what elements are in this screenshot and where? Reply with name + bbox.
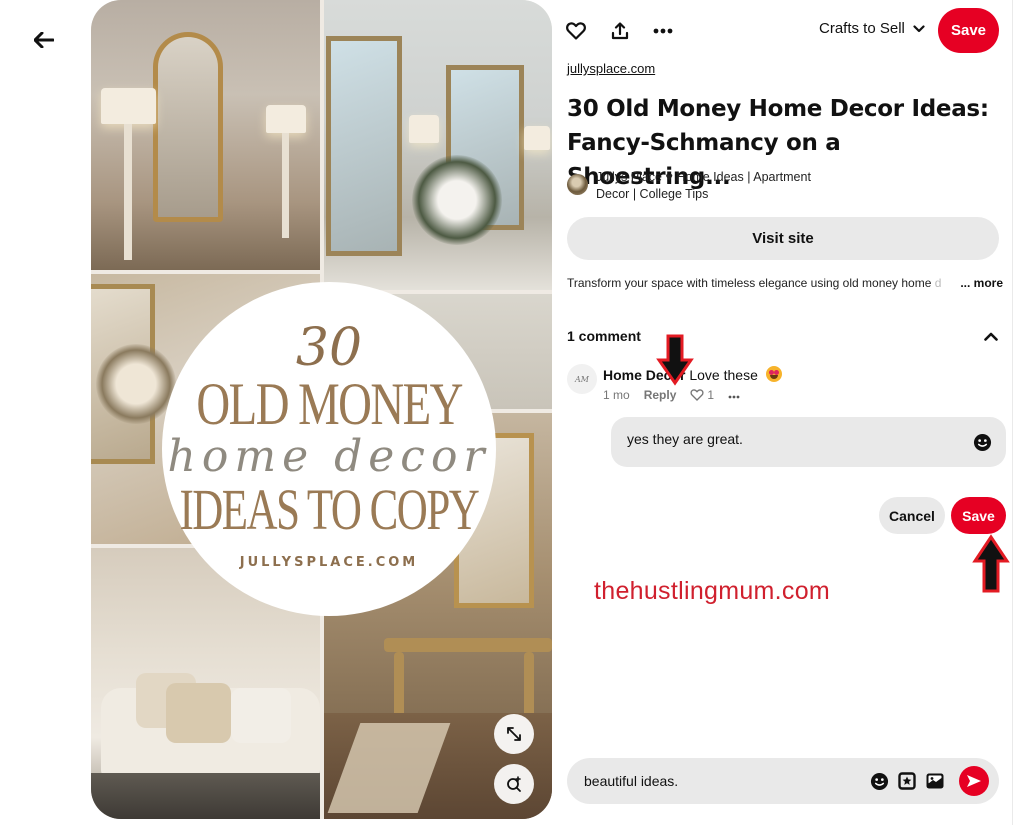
heart-icon <box>566 22 586 40</box>
board-selector-label: Crafts to Sell <box>819 20 905 37</box>
like-button[interactable] <box>561 16 591 46</box>
pin-toolbar: Crafts to Sell Save <box>555 8 1010 54</box>
visual-search-icon <box>507 776 521 792</box>
comment-text: Love these <box>689 367 758 383</box>
pin-image-title-overlay: 30 OLD MONEY home decor IDEAS TO COPY JU… <box>162 282 496 616</box>
comment-composer[interactable]: beautiful ideas. <box>567 758 999 804</box>
visual-search-button[interactable] <box>494 764 534 804</box>
chevron-down-icon <box>913 24 925 32</box>
commenter-avatar[interactable]: AM <box>567 364 597 394</box>
overlay-script-line: home decor <box>167 431 491 483</box>
creator-avatar[interactable] <box>567 174 588 195</box>
comment-input-value[interactable]: beautiful ideas. <box>584 773 678 789</box>
more-icon <box>653 28 673 34</box>
watermark-text: thehustlingmum.com <box>594 577 831 605</box>
panel-divider <box>1012 0 1013 825</box>
description-fade: d <box>931 276 942 290</box>
share-button[interactable] <box>605 16 635 46</box>
reply-input-value: yes they are great. <box>627 431 743 447</box>
comment-more-button[interactable] <box>728 388 740 402</box>
overlay-title-line2: IDEAS TO COPY <box>179 476 480 542</box>
comment-meta: 1 mo Reply 1 <box>603 388 740 402</box>
more-icon <box>728 395 740 399</box>
source-link[interactable]: jullysplace.com <box>567 61 655 76</box>
cancel-reply-button[interactable]: Cancel <box>879 497 945 534</box>
arrow-left-icon <box>34 32 54 48</box>
overlay-site: JULLYSPLACE.COM <box>239 554 419 570</box>
reply-input[interactable]: yes they are great. <box>611 417 1006 467</box>
overlay-number: 30 <box>295 318 363 379</box>
pin-details-panel: Crafts to Sell Save jullysplace.com 30 O… <box>555 0 1010 825</box>
sticker-icon <box>898 772 916 790</box>
comments-count: 1 comment <box>567 328 641 344</box>
composer-emoji-button[interactable] <box>869 771 889 791</box>
heart-outline-icon <box>690 389 704 401</box>
reply-emoji-button[interactable] <box>973 433 992 455</box>
emoji-icon <box>973 433 992 452</box>
send-icon <box>967 775 981 787</box>
annotation-arrow-up-icon <box>972 534 1010 593</box>
save-pin-button[interactable]: Save <box>938 8 999 53</box>
composer-sticker-button[interactable] <box>897 771 917 791</box>
comment-age: 1 mo <box>603 388 630 402</box>
pin-description: Transform your space with timeless elega… <box>567 276 1007 290</box>
send-comment-button[interactable] <box>959 766 989 796</box>
collage-photo-bathroom <box>324 0 552 290</box>
overlay-title-line1: OLD MONEY <box>196 371 463 438</box>
expand-icon <box>507 727 521 741</box>
creator-name[interactable]: Jullys Place ♥ Home Ideas | Apartment De… <box>596 169 826 203</box>
more-link[interactable]: ... more <box>958 276 1003 290</box>
comment-like-button[interactable]: 1 <box>690 388 714 402</box>
reply-button[interactable]: Reply <box>644 388 677 402</box>
more-options-button[interactable] <box>648 16 678 46</box>
visit-site-button[interactable]: Visit site <box>567 217 999 260</box>
comment-like-count: 1 <box>707 388 715 402</box>
board-selector[interactable]: Crafts to Sell <box>819 20 925 37</box>
heart-eyes-emoji-icon <box>765 366 782 382</box>
back-button[interactable] <box>28 26 60 54</box>
collapse-comments-button[interactable] <box>980 325 1002 347</box>
pin-image[interactable]: 30 OLD MONEY home decor IDEAS TO COPY JU… <box>91 0 552 819</box>
image-icon <box>926 773 944 789</box>
annotation-arrow-down-icon <box>656 334 694 386</box>
description-text: Transform your space with timeless elega… <box>567 276 932 290</box>
expand-image-button[interactable] <box>494 714 534 754</box>
share-icon <box>611 22 629 40</box>
emoji-icon <box>870 772 888 790</box>
chevron-up-icon <box>984 332 998 341</box>
composer-image-button[interactable] <box>925 771 945 791</box>
creator-info[interactable]: Jullys Place ♥ Home Ideas | Apartment De… <box>567 169 826 203</box>
collage-photo-mirror-room <box>91 0 320 270</box>
save-reply-button[interactable]: Save <box>951 497 1006 534</box>
